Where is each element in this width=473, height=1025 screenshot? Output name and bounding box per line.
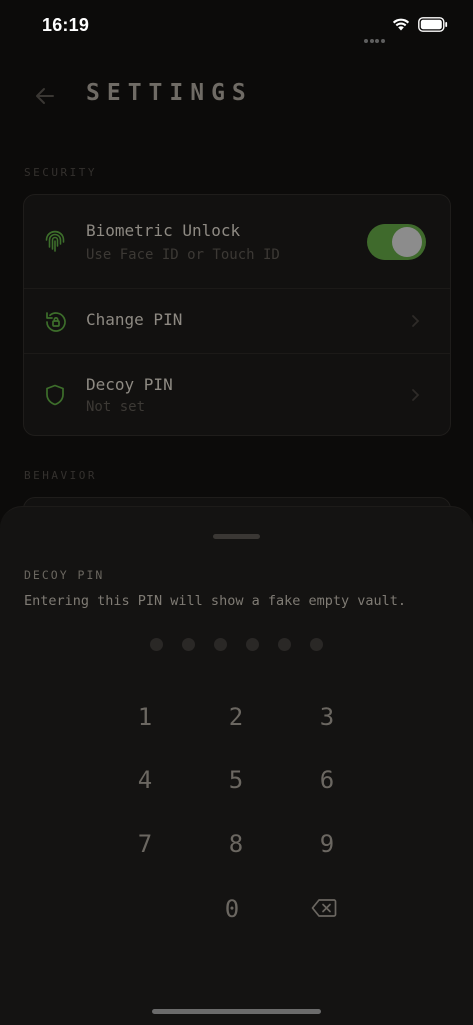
biometric-unlock-title: Biometric Unlock: [86, 221, 241, 240]
section-label-security: SECURITY: [24, 166, 97, 179]
keypad-key-7[interactable]: 7: [115, 822, 175, 866]
pin-dot: [182, 638, 195, 651]
page-title: SETTINGS: [86, 80, 253, 106]
pin-dot: [246, 638, 259, 651]
decoy-pin-row[interactable]: Decoy PIN Not set: [24, 354, 450, 434]
pin-dot: [214, 638, 227, 651]
sheet-description: Entering this PIN will show a fake empty…: [24, 593, 407, 609]
change-pin-title: Change PIN: [86, 310, 183, 329]
keypad-key-9[interactable]: 9: [297, 822, 357, 866]
fingerprint-icon: [44, 229, 66, 257]
section-label-behavior: BEHAVIOR: [24, 469, 97, 482]
sheet-title: DECOY PIN: [24, 568, 105, 582]
keypad-key-0[interactable]: 0: [202, 887, 262, 931]
wifi-icon: [391, 16, 411, 36]
keypad-key-2[interactable]: 2: [206, 695, 266, 739]
toggle-knob: [392, 227, 422, 257]
back-arrow-icon[interactable]: [33, 84, 57, 112]
biometric-unlock-row[interactable]: Biometric Unlock Use Face ID or Touch ID: [24, 195, 450, 288]
status-bar: 16:19: [0, 0, 473, 54]
keypad-key-6[interactable]: 6: [297, 758, 357, 802]
decoy-pin-sheet: DECOY PIN Entering this PIN will show a …: [0, 506, 473, 1025]
pin-dot: [150, 638, 163, 651]
pin-dot: [278, 638, 291, 651]
keypad-key-3[interactable]: 3: [297, 695, 357, 739]
cellular-signal-icon: [364, 28, 386, 47]
security-card: Biometric Unlock Use Face ID or Touch ID…: [23, 194, 451, 436]
battery-icon: [418, 17, 448, 37]
chevron-right-icon: [410, 387, 422, 406]
status-time: 16:19: [42, 15, 90, 35]
sheet-handle[interactable]: [213, 534, 260, 539]
biometric-unlock-subtitle: Use Face ID or Touch ID: [86, 247, 280, 263]
pin-dot: [310, 638, 323, 651]
biometric-toggle[interactable]: [367, 224, 426, 260]
keypad-key-1[interactable]: 1: [115, 695, 175, 739]
lock-refresh-icon: [44, 310, 68, 338]
keypad-key-5[interactable]: 5: [206, 758, 266, 802]
decoy-pin-title: Decoy PIN: [86, 375, 173, 394]
chevron-right-icon: [410, 313, 422, 332]
shield-icon: [44, 383, 66, 411]
decoy-pin-subtitle: Not set: [86, 399, 146, 415]
backspace-icon[interactable]: [311, 898, 337, 922]
home-indicator: [152, 1009, 321, 1014]
change-pin-row[interactable]: Change PIN: [24, 289, 450, 353]
keypad-key-8[interactable]: 8: [206, 822, 266, 866]
keypad-key-4[interactable]: 4: [115, 758, 175, 802]
